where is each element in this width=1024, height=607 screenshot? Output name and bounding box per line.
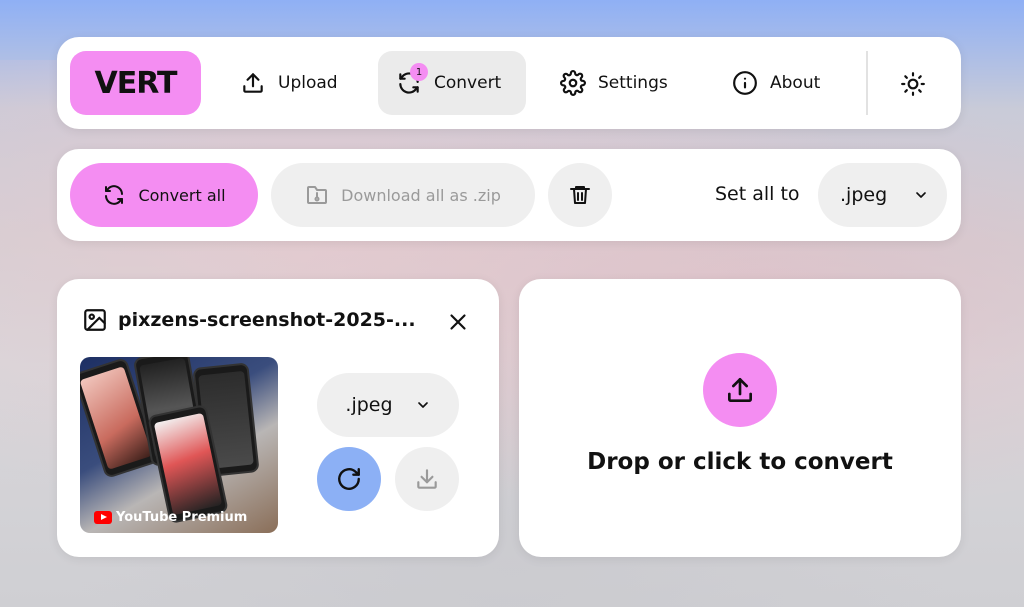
remove-file-button[interactable] <box>445 309 471 335</box>
dropzone-text: Drop or click to convert <box>587 449 893 475</box>
convert-all-label: Convert all <box>138 185 226 205</box>
refresh-icon <box>105 185 124 205</box>
file-thumbnail: YouTube Premium <box>80 357 278 533</box>
info-icon <box>733 71 757 95</box>
nav-settings[interactable]: Settings <box>542 51 686 115</box>
nav-about[interactable]: About <box>714 51 838 115</box>
nav-convert-label: Convert <box>434 73 502 93</box>
download-file-button[interactable] <box>395 447 459 511</box>
clear-all-button[interactable] <box>548 163 612 227</box>
close-icon <box>450 314 466 330</box>
chevron-down-icon <box>417 402 428 408</box>
convert-count-badge: 1 <box>410 63 428 81</box>
youtube-premium-logo: YouTube Premium <box>94 510 247 525</box>
download-zip-button[interactable]: Download all as .zip <box>271 163 535 227</box>
set-all-format-value: .jpeg <box>840 184 888 206</box>
image-icon <box>84 309 106 331</box>
vert-logo[interactable]: VERT <box>70 51 201 115</box>
download-icon <box>417 469 437 489</box>
file-format-select[interactable]: .jpeg <box>317 373 459 437</box>
file-header: pixzens-screenshot-2025-... <box>82 307 428 333</box>
nav-about-label: About <box>770 73 821 93</box>
thumbnail-caption: YouTube Premium <box>116 510 248 525</box>
nav-convert[interactable]: 1 Convert <box>378 51 526 115</box>
bulk-toolbar: Convert all Download all as .zip Set all… <box>57 149 961 241</box>
youtube-play-icon <box>94 511 112 524</box>
nav-upload-label: Upload <box>278 73 338 93</box>
set-all-label: Set all to <box>715 183 800 205</box>
file-card: pixzens-screenshot-2025-... YouTube Prem… <box>57 279 499 557</box>
dropzone-upload-button[interactable] <box>703 353 777 427</box>
set-all-format-select[interactable]: .jpeg <box>818 163 947 227</box>
chevron-down-icon <box>916 192 926 198</box>
upload-icon <box>243 73 263 93</box>
convert-all-button[interactable]: Convert all <box>70 163 258 227</box>
gear-icon <box>560 70 586 96</box>
folder-archive-icon <box>307 186 328 204</box>
nav-upload[interactable]: Upload <box>222 51 356 115</box>
nav-divider <box>866 51 868 115</box>
rotate-icon <box>338 468 360 490</box>
file-format-value: .jpeg <box>345 394 393 416</box>
trash-icon <box>570 186 590 204</box>
download-zip-label: Download all as .zip <box>341 185 501 205</box>
convert-file-button[interactable] <box>317 447 381 511</box>
upload-dropzone[interactable]: Drop or click to convert <box>519 279 961 557</box>
sun-icon <box>901 72 925 96</box>
file-name: pixzens-screenshot-2025-... <box>118 309 416 331</box>
upload-icon <box>728 378 752 402</box>
theme-toggle-button[interactable] <box>893 64 933 104</box>
nav-settings-label: Settings <box>598 73 668 93</box>
top-navigation: VERT Upload 1 Convert Settings About <box>57 37 961 129</box>
